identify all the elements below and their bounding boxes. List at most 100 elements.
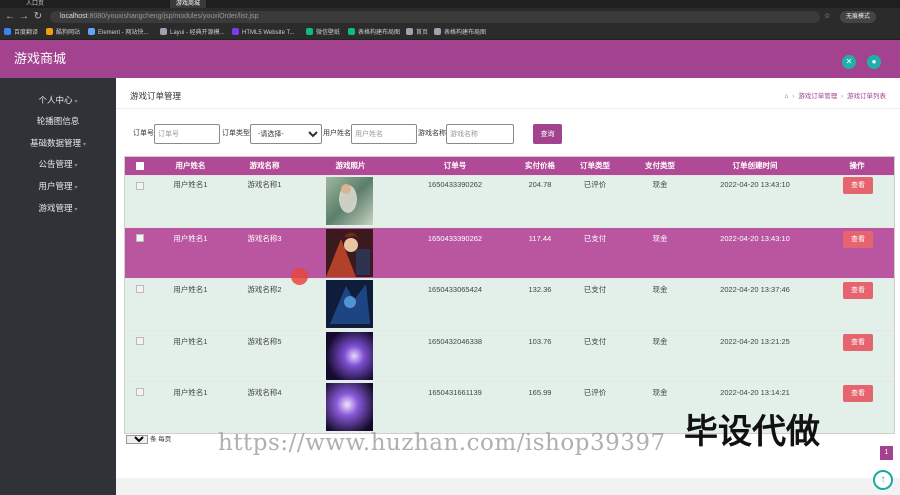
expand-icon[interactable]: ✕ — [842, 55, 856, 69]
bookmark-item[interactable]: Layui - 经典开源模... — [160, 28, 225, 38]
page-size-control: 10条 每页 — [126, 435, 171, 444]
row-checkbox[interactable] — [136, 336, 144, 345]
chevron-down-icon: ▾ — [74, 207, 78, 213]
bookmark-item[interactable]: 首页 — [406, 28, 428, 38]
browser-tab-2[interactable]: 游戏商城 — [170, 0, 207, 8]
order-no-input[interactable] — [154, 124, 220, 144]
sidebar-item-games[interactable]: 游戏管理 ▾ — [0, 200, 116, 216]
row-checkbox[interactable] — [136, 285, 144, 293]
bookmark-item[interactable]: Element - 网站快... — [88, 28, 148, 38]
cell-order-type: 已支付 — [583, 285, 607, 294]
chevron-down-icon: ▾ — [74, 163, 78, 169]
cell-created-time: 2022-04-20 13:43:10 — [720, 233, 790, 243]
cell-order-no: 1650432046338 — [427, 336, 483, 346]
game-name-input[interactable] — [446, 124, 514, 144]
sidebar-item-label: 轮播图信息 — [36, 116, 80, 126]
view-button[interactable]: 查看 — [843, 282, 873, 299]
bookmarks-bar: 百度翻译 酷狗网站 Element - 网站快... Layui - 经典开源模… — [0, 26, 900, 40]
view-button[interactable]: 查看 — [843, 385, 873, 402]
user-name-label: 用户姓名 — [323, 130, 351, 137]
bookmark-icon — [232, 28, 239, 35]
sidebar-item-basic-data[interactable]: 基础数据管理 ▾ — [0, 135, 116, 151]
chevron-down-icon: ▾ — [74, 99, 78, 105]
browser-tab-1[interactable]: 人口页 — [20, 0, 50, 8]
star-icon[interactable]: ☆ — [824, 11, 830, 23]
row-checkbox[interactable] — [136, 233, 144, 242]
sidebar-item-label: 用户管理 — [38, 181, 73, 191]
search-button[interactable]: 查询 — [533, 124, 562, 144]
user-name-input[interactable] — [351, 124, 417, 144]
reload-icon[interactable]: ↻ — [32, 11, 44, 23]
cell-pay-type: 现金 — [652, 233, 668, 243]
bookmark-item[interactable]: 表格构建布局图 — [434, 28, 486, 38]
home-icon[interactable]: ⌂ — [784, 93, 788, 100]
breadcrumb: ⌂ › 游戏订单管理 › 游戏订单列表 — [784, 90, 886, 100]
row-checkbox[interactable] — [136, 182, 144, 190]
table-row[interactable]: 用户姓名1 游戏名称1 1650433390262 204.78 已评价 现金 … — [125, 175, 894, 227]
bookmark-item[interactable]: 百度翻译 — [4, 28, 38, 38]
bookmark-icon — [434, 28, 441, 35]
forward-icon[interactable]: → — [18, 11, 30, 23]
sidebar-item-label: 游戏管理 — [38, 203, 73, 213]
url-path: :8080/youxishangcheng/jsp/modules/youxiO… — [87, 13, 259, 20]
table-row[interactable]: 用户姓名1 游戏名称3 1650433390262 117.44 已支付 现金 … — [125, 226, 894, 278]
view-button[interactable]: 查看 — [843, 230, 873, 248]
game-photo — [326, 228, 373, 277]
url-field[interactable]: localhost:8080/youxishangcheng/jsp/modul… — [50, 11, 820, 23]
bookmark-item[interactable]: 酷狗网站 — [46, 28, 80, 38]
address-bar: ← → ↻ localhost:8080/youxishangcheng/jsp… — [0, 8, 900, 26]
column-header: 订单类型 — [580, 161, 610, 170]
cell-order-type: 已评价 — [583, 388, 607, 397]
app-header: 游戏商城 ✕ ● — [0, 40, 900, 78]
sidebar-item-personal-center[interactable]: 个人中心 ▾ — [0, 92, 116, 108]
bookmark-item[interactable]: 表格构建布局图 — [348, 28, 400, 38]
cell-order-type: 已支付 — [583, 336, 607, 346]
bookmark-icon — [160, 28, 167, 35]
table-header: 用户姓名 游戏名称 游戏照片 订单号 实付价格 订单类型 支付类型 订单创建时间… — [125, 157, 894, 175]
breadcrumb-item[interactable]: 游戏订单管理 — [798, 93, 837, 100]
pagination-current-page[interactable]: 1 — [880, 446, 893, 460]
cell-order-type: 已评价 — [583, 180, 607, 189]
back-icon[interactable]: ← — [4, 11, 16, 23]
bookmark-item[interactable]: HTML5 Website T... — [232, 28, 294, 38]
sidebar-item-notice[interactable]: 公告管理 ▾ — [0, 156, 116, 172]
cell-pay-type: 现金 — [652, 180, 668, 189]
table-row[interactable]: 用户姓名1 游戏名称5 1650432046338 103.76 已支付 现金 … — [125, 329, 894, 381]
sidebar: 个人中心 ▾ 轮播图信息 基础数据管理 ▾ 公告管理 ▾ 用户管理 ▾ 游戏管理 ▾ — [0, 78, 116, 495]
select-all-checkbox[interactable] — [136, 162, 144, 170]
sidebar-item-users[interactable]: 用户管理 ▾ — [0, 178, 116, 194]
cell-user-name: 用户姓名1 — [173, 180, 208, 189]
chevron-down-icon: ▾ — [74, 185, 78, 191]
column-header: 支付类型 — [645, 161, 675, 170]
sidebar-item-carousel[interactable]: 轮播图信息 — [0, 113, 116, 129]
cell-order-no: 1650431661139 — [428, 388, 482, 397]
browser-tab-bar: 人口页 游戏商城 — [0, 0, 900, 8]
scroll-top-icon[interactable]: ↑ — [873, 470, 893, 490]
order-type-select[interactable]: -请选择- — [250, 124, 322, 144]
column-header: 实付价格 — [525, 161, 555, 170]
row-checkbox[interactable] — [136, 388, 144, 396]
bookmark-label: 微信壁纸 — [316, 30, 341, 36]
order-no-label: 订单号 — [133, 130, 154, 137]
sidebar-item-label: 公告管理 — [38, 159, 73, 169]
view-button[interactable]: 查看 — [843, 177, 873, 194]
table-row[interactable]: 用户姓名1 游戏名称2 1650433065424 132.36 已支付 现金 … — [125, 278, 894, 330]
page-size-select[interactable]: 10 — [126, 435, 148, 444]
cell-created-time: 2022-04-20 13:21:25 — [720, 336, 790, 346]
game-photo — [326, 177, 373, 225]
bookmark-label: 表格构建布局图 — [444, 30, 487, 36]
orders-table: 用户姓名 游戏名称 游戏照片 订单号 实付价格 订单类型 支付类型 订单创建时间… — [124, 156, 895, 434]
breadcrumb-item: 游戏订单列表 — [847, 93, 886, 100]
cell-created-time: 2022-04-20 13:43:10 — [720, 180, 790, 189]
user-icon[interactable]: ● — [867, 55, 881, 69]
column-header: 游戏名称 — [249, 161, 280, 170]
cell-price: 132.36 — [528, 285, 552, 294]
profile-chip[interactable]: 无痕模式 — [840, 11, 877, 23]
bookmark-label: 百度翻译 — [14, 30, 39, 36]
cell-game-name: 游戏名称5 — [247, 336, 282, 346]
bookmark-item[interactable]: 微信壁纸 — [306, 28, 340, 38]
view-button[interactable]: 查看 — [843, 333, 873, 351]
order-type-label: 订单类型 — [222, 130, 250, 137]
per-page-label: 条 每页 — [150, 436, 172, 443]
cell-game-name: 游戏名称1 — [247, 180, 282, 189]
